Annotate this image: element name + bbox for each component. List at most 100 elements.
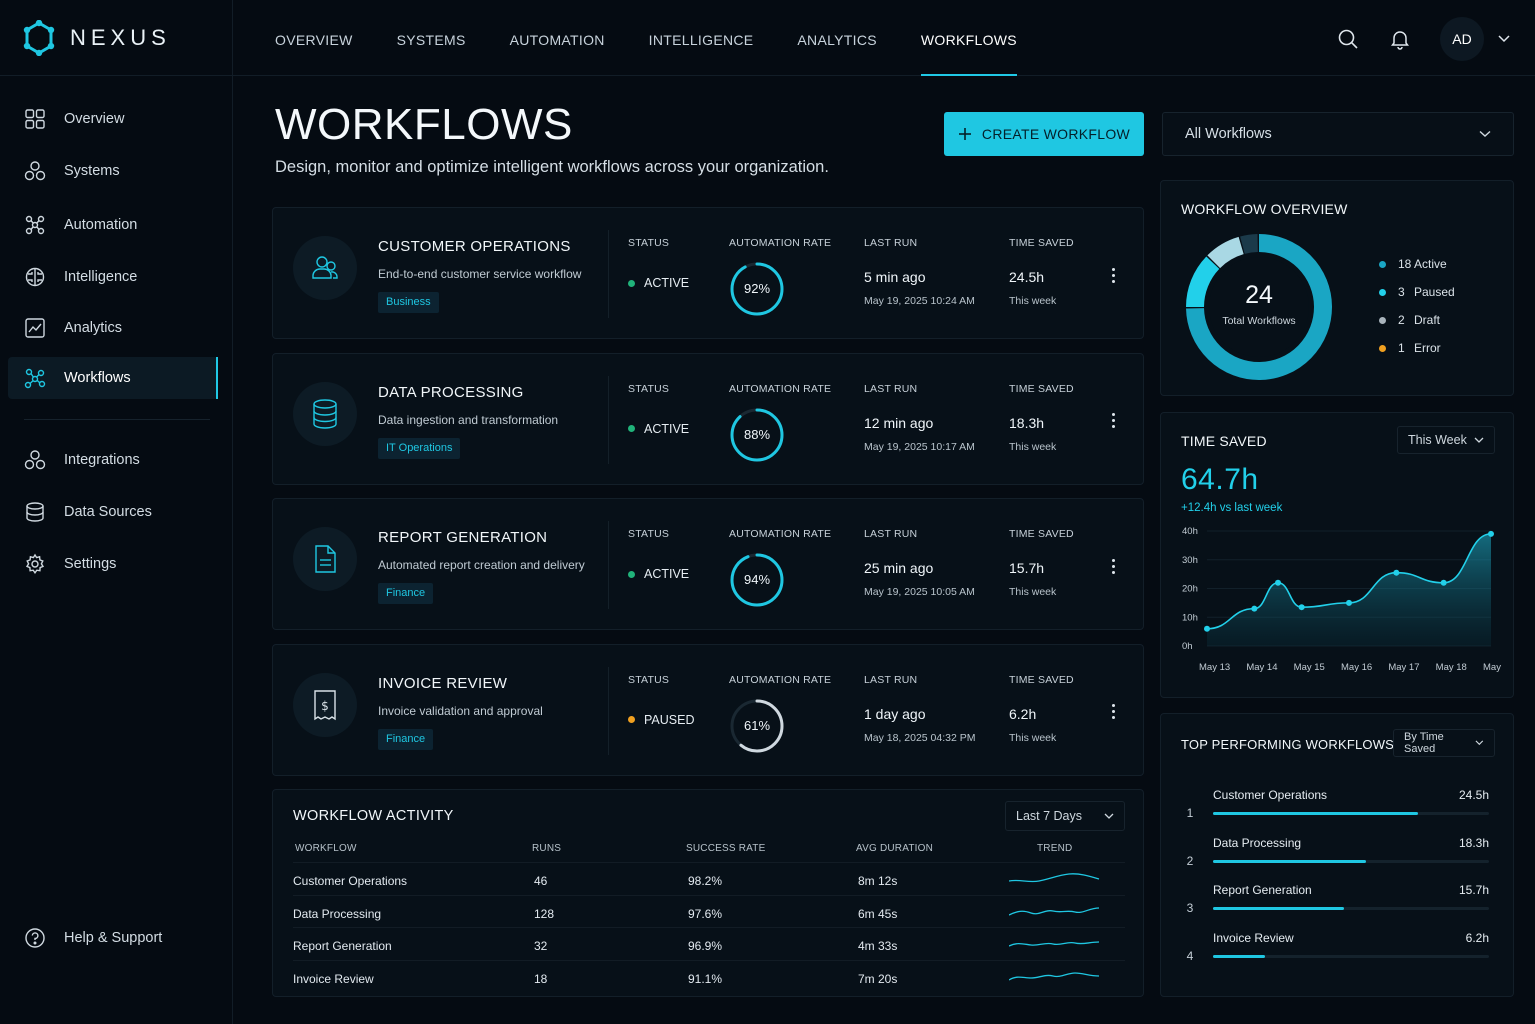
status-badge: ACTIVE xyxy=(628,422,689,436)
top-workflow-row[interactable]: 4 Invoice Review 6.2h xyxy=(1181,931,1495,971)
sidebar-item-workflows[interactable]: Workflows xyxy=(8,357,218,399)
nav-intelligence[interactable]: INTELLIGENCE xyxy=(649,0,754,76)
top-workflows-panel: TOP PERFORMING WORKFLOWS By Time Saved 1… xyxy=(1160,713,1514,997)
table-row[interactable]: Report Generation 32 96.9% 4m 33s xyxy=(293,927,1125,959)
sidebar-item-intelligence[interactable]: Intelligence xyxy=(8,256,218,298)
brand-name: NEXUS xyxy=(70,25,171,50)
total-workflows-label: Total Workflows xyxy=(1222,315,1296,327)
brand-logo[interactable]: NEXUS xyxy=(22,20,171,56)
workflow-description: Invoice validation and approval xyxy=(378,703,543,718)
y-tick-label: 20h xyxy=(1182,584,1198,595)
cell-avg-duration: 6m 45s xyxy=(858,906,898,921)
time-saved-value: 15.7h xyxy=(1009,560,1045,576)
workflow-card[interactable]: $ INVOICE REVIEW Invoice validation and … xyxy=(272,643,1144,776)
workflow-card[interactable]: REPORT GENERATION Automated report creat… xyxy=(272,498,1144,630)
legend-label: Draft xyxy=(1414,313,1441,327)
workflow-card[interactable]: CUSTOMER OPERATIONS End-to-end customer … xyxy=(272,207,1144,339)
cell-runs: 46 xyxy=(534,874,548,888)
more-options-icon[interactable] xyxy=(1105,701,1121,723)
integrations-icon xyxy=(24,450,46,470)
data-point[interactable] xyxy=(1440,579,1447,586)
workflow-icon-badge xyxy=(293,381,357,446)
search-icon[interactable] xyxy=(1337,28,1359,50)
more-options-icon[interactable] xyxy=(1105,410,1121,432)
sidebar-item-data-sources[interactable]: Data Sources xyxy=(8,491,218,533)
workflow-icon xyxy=(24,368,46,389)
activity-range-select[interactable]: Last 7 Days xyxy=(1005,801,1125,831)
chevron-down-icon xyxy=(1474,437,1484,443)
data-point[interactable] xyxy=(1251,605,1258,612)
col-duration: AVG DURATION xyxy=(856,843,934,854)
database-icon xyxy=(26,502,44,522)
top-workflow-value: 24.5h xyxy=(1458,788,1489,802)
sort-value: By Time Saved xyxy=(1404,731,1444,755)
status-dot xyxy=(628,716,635,723)
nav-systems[interactable]: SYSTEMS xyxy=(397,0,466,76)
time-saved-value: 6.2h xyxy=(1009,705,1037,722)
document-icon xyxy=(315,545,336,573)
sparkline-path xyxy=(1009,873,1100,883)
legend-count: 1 xyxy=(1398,341,1405,355)
cell-avg-duration: 4m 33s xyxy=(858,939,898,953)
rank-number: 1 xyxy=(1186,806,1194,820)
invoice-icon: $ xyxy=(314,689,336,720)
top-sort-select[interactable]: By Time Saved xyxy=(1393,729,1495,757)
more-options-icon[interactable] xyxy=(1105,555,1121,577)
workflow-tag: Finance xyxy=(378,728,434,750)
time-period-select[interactable]: This Week xyxy=(1397,426,1495,454)
top-workflow-row[interactable]: 3 Report Generation 15.7h xyxy=(1181,883,1495,923)
sidebar-item-automation[interactable]: Automation xyxy=(8,204,218,246)
legend-dot xyxy=(1379,344,1386,352)
sidebar-item-systems[interactable]: Systems xyxy=(8,150,218,192)
avatar[interactable]: AD xyxy=(1440,17,1484,61)
workflow-card[interactable]: DATA PROCESSING Data ingestion and trans… xyxy=(272,352,1144,485)
table-row[interactable]: Customer Operations 46 98.2% 8m 12s xyxy=(293,862,1125,894)
top-workflow-row[interactable]: 1 Customer Operations 24.5h xyxy=(1181,788,1495,828)
sidebar-item-label: Data Sources xyxy=(64,504,152,520)
svg-text:$: $ xyxy=(321,699,329,713)
sidebar-item-help[interactable]: Help & Support xyxy=(8,917,218,959)
top-nav: OVERVIEW SYSTEMS AUTOMATION INTELLIGENCE… xyxy=(275,0,1061,76)
chart-icon xyxy=(25,318,45,338)
data-point[interactable] xyxy=(1204,625,1210,632)
data-point[interactable] xyxy=(1275,579,1281,586)
nav-analytics[interactable]: ANALYTICS xyxy=(797,0,876,76)
status-badge: PAUSED xyxy=(628,713,694,727)
chevron-down-icon[interactable] xyxy=(1497,34,1511,44)
col-trend: TREND xyxy=(1037,843,1073,854)
range-value: Last 7 Days xyxy=(1016,809,1083,823)
table-row[interactable]: Invoice Review 18 91.1% 7m 20s xyxy=(293,959,1125,992)
bell-icon[interactable] xyxy=(1389,28,1411,50)
data-point[interactable] xyxy=(1488,530,1494,537)
nav-overview[interactable]: OVERVIEW xyxy=(275,0,353,76)
status-dot xyxy=(628,425,635,432)
time-saved-label: TIME SAVED xyxy=(1009,528,1074,540)
data-point[interactable] xyxy=(1346,599,1352,606)
donut-slice-draft xyxy=(1207,236,1245,269)
sidebar-item-analytics[interactable]: Analytics xyxy=(8,307,218,349)
table-row[interactable]: Data Processing 128 97.6% 6m 45s xyxy=(293,894,1125,927)
legend-count: 18 xyxy=(1398,257,1412,271)
sidebar-item-integrations[interactable]: Integrations xyxy=(8,439,218,481)
automation-rate-value: 88% xyxy=(743,426,771,442)
workflow-filter-select[interactable]: All Workflows xyxy=(1162,112,1514,156)
nav-automation[interactable]: AUTOMATION xyxy=(510,0,605,76)
sidebar-item-settings[interactable]: Settings xyxy=(8,543,218,585)
cell-success-rate: 98.2% xyxy=(688,874,723,888)
trend-sparkline xyxy=(1009,873,1100,883)
nav-workflows[interactable]: WORKFLOWS xyxy=(920,0,1017,76)
last-run-value: 25 min ago xyxy=(864,560,934,576)
time-saved-period: This week xyxy=(1009,295,1057,307)
status-badge: ACTIVE xyxy=(628,276,689,290)
column-divider xyxy=(608,230,609,318)
sidebar-item-overview[interactable]: Overview xyxy=(8,98,218,140)
top-workflow-name: Customer Operations xyxy=(1213,788,1328,802)
activity-title: WORKFLOW ACTIVITY xyxy=(293,808,454,824)
column-divider xyxy=(608,521,609,609)
create-workflow-button[interactable]: CREATE WORKFLOW xyxy=(944,112,1144,156)
time-saved-value: 18.3h xyxy=(1009,414,1045,431)
data-point[interactable] xyxy=(1298,604,1305,611)
data-point[interactable] xyxy=(1393,569,1400,576)
more-options-icon[interactable] xyxy=(1105,264,1121,286)
top-workflow-row[interactable]: 2 Data Processing 18.3h xyxy=(1181,836,1495,876)
